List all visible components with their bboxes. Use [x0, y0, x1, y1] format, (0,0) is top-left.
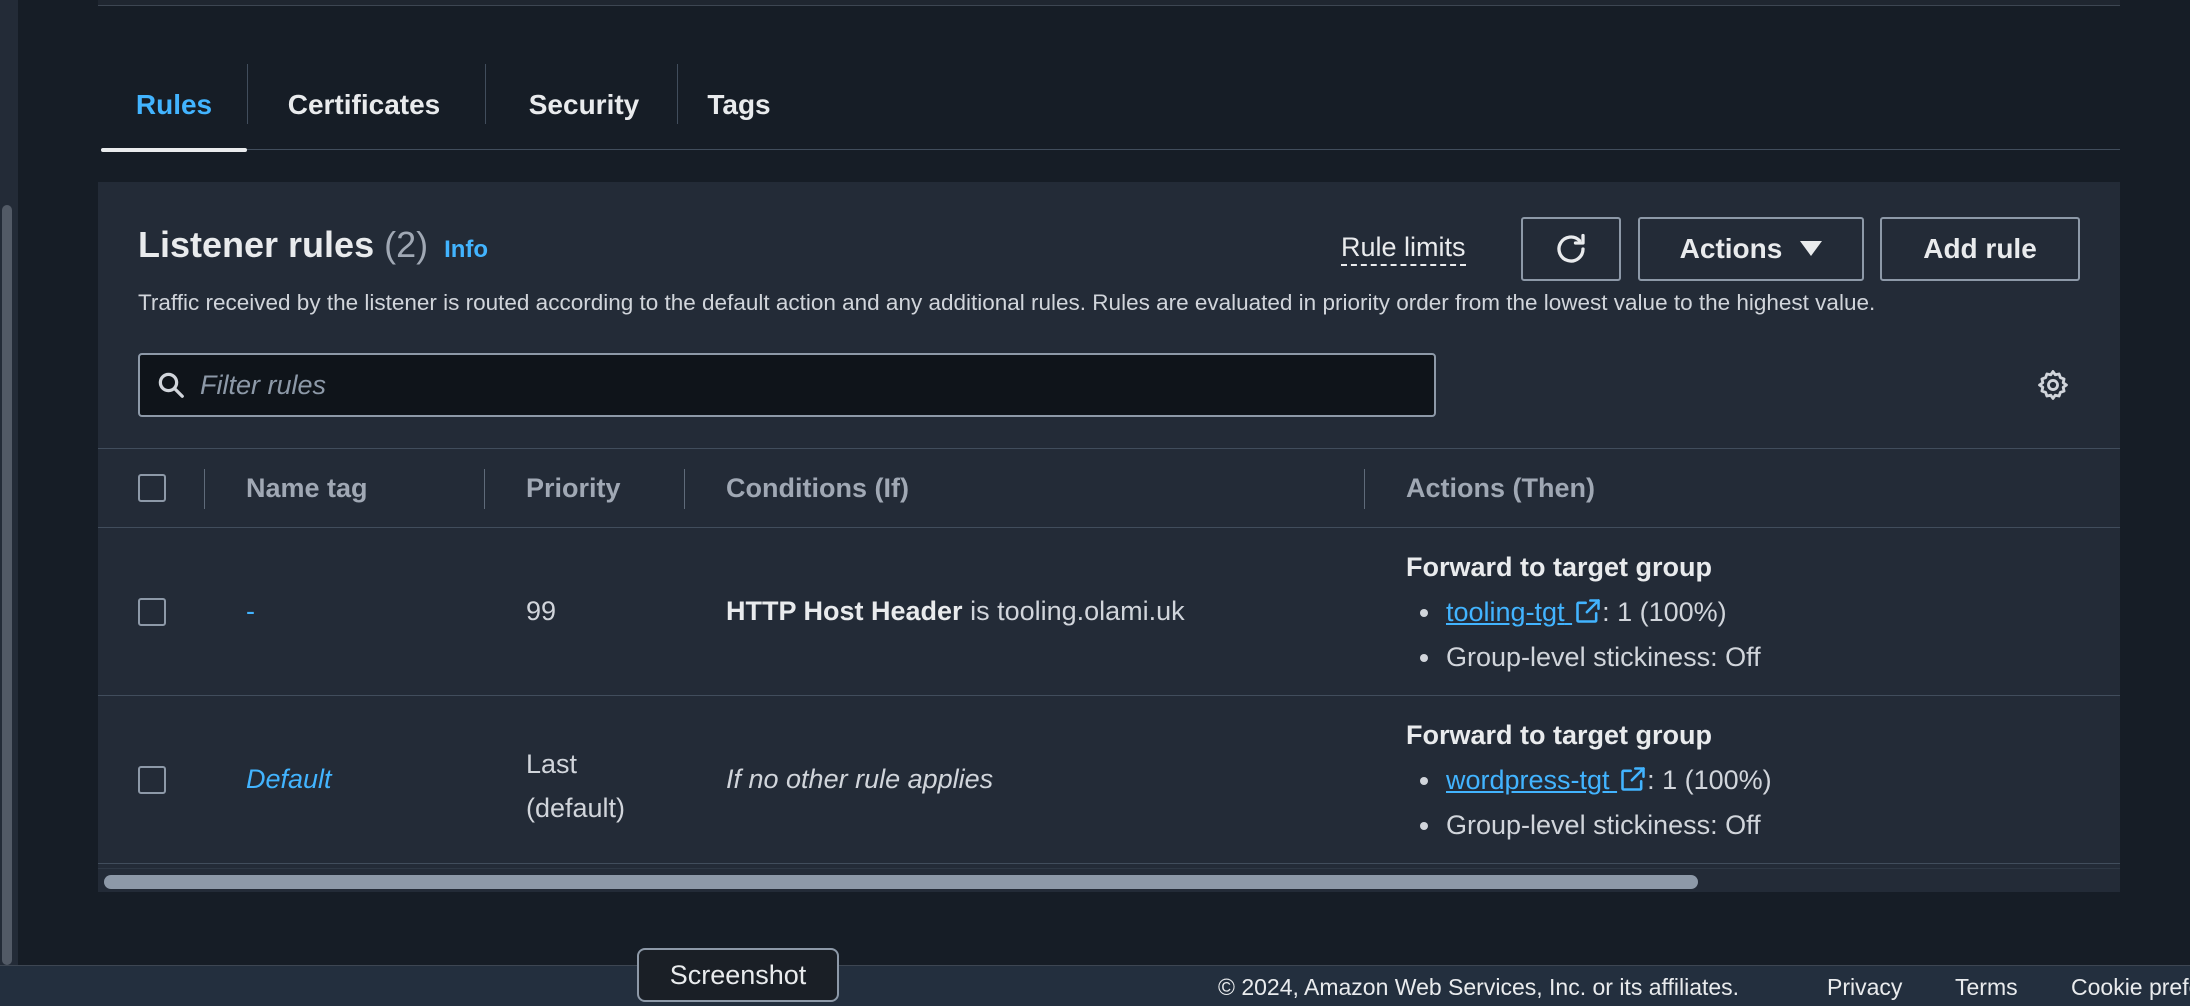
- panel-title-text: Listener rules: [138, 224, 375, 265]
- row-name-tag[interactable]: Default: [246, 764, 332, 795]
- table-row: Default Last (default) If no other rule …: [98, 696, 2120, 864]
- row-condition: If no other rule applies: [726, 764, 994, 794]
- external-link-icon: [1576, 599, 1600, 623]
- target-weight: : 1 (100%): [1602, 597, 1727, 627]
- column-divider: [484, 469, 485, 509]
- column-header-priority[interactable]: Priority: [526, 449, 621, 527]
- column-header-actions[interactable]: Actions (Then): [1406, 449, 1595, 527]
- page-footer: © 2024, Amazon Web Services, Inc. or its…: [0, 965, 2190, 1006]
- caret-down-icon: [1800, 241, 1823, 256]
- target-group-name: wordpress-tgt: [1446, 765, 1610, 795]
- info-link[interactable]: Info: [444, 236, 488, 264]
- row-condition: HTTP Host Header is tooling.olami.uk: [726, 596, 1185, 627]
- priority-line: Last: [526, 749, 578, 779]
- actions-dropdown-button[interactable]: Actions: [1638, 217, 1864, 281]
- upper-panel-edge: [98, 0, 2120, 6]
- left-rail: [0, 0, 18, 965]
- target-group-link[interactable]: tooling-tgt: [1446, 597, 1602, 627]
- column-header-conditions[interactable]: Conditions (If): [726, 449, 909, 527]
- row-priority: Last (default): [526, 742, 625, 830]
- external-link-icon: [1621, 767, 1645, 791]
- row-actions: Forward to target group wordpress-tgt : …: [1406, 720, 1772, 841]
- footer-terms-link[interactable]: Terms: [1955, 974, 2018, 1001]
- tab-bar: Rules Certificates Security Tags: [101, 60, 2120, 152]
- listener-rules-panel: Listener rules (2) Info Rule limits Acti…: [98, 182, 2120, 892]
- column-divider: [204, 469, 205, 509]
- filter-placeholder: Filter rules: [200, 369, 327, 400]
- stickiness-item: Group-level stickiness: Off: [1406, 810, 1772, 841]
- rule-count: (2): [384, 224, 429, 265]
- column-divider: [1364, 469, 1365, 509]
- left-scrollbar[interactable]: [2, 205, 12, 965]
- rule-limits-link[interactable]: Rule limits: [1341, 232, 1466, 266]
- action-title: Forward to target group: [1406, 720, 1712, 750]
- add-rule-label: Add rule: [1923, 233, 2037, 264]
- select-all-checkbox[interactable]: [138, 474, 166, 502]
- target-group-link[interactable]: wordpress-tgt: [1446, 765, 1647, 795]
- gear-icon[interactable]: [2036, 368, 2070, 402]
- condition-operator: is: [962, 596, 998, 626]
- target-group-item: wordpress-tgt : 1 (100%): [1406, 765, 1772, 796]
- priority-line: (default): [526, 793, 626, 823]
- row-priority: 99: [526, 596, 557, 626]
- footer-cookie-link[interactable]: Cookie preferences: [2071, 974, 2190, 1001]
- row-name-tag[interactable]: -: [246, 596, 255, 627]
- panel-description: Traffic received by the listener is rout…: [138, 290, 1876, 315]
- condition-value: tooling.olami.uk: [997, 596, 1185, 626]
- action-title: Forward to target group: [1406, 552, 1712, 582]
- condition-key: HTTP Host Header: [726, 596, 963, 626]
- tab-rules[interactable]: Rules: [101, 60, 247, 152]
- column-divider: [684, 469, 685, 509]
- row-checkbox[interactable]: [138, 766, 166, 794]
- refresh-button[interactable]: [1521, 217, 1621, 281]
- row-actions: Forward to target group tooling-tgt : 1 …: [1406, 552, 1761, 673]
- add-rule-button[interactable]: Add rule: [1880, 217, 2080, 281]
- filter-rules-input[interactable]: Filter rules: [138, 353, 1436, 417]
- search-icon: [158, 372, 184, 398]
- tab-security[interactable]: Security: [486, 60, 682, 150]
- table-header: Name tag Priority Conditions (If) Action…: [98, 448, 2120, 528]
- footer-copyright: © 2024, Amazon Web Services, Inc. or its…: [1218, 974, 1740, 1000]
- horizontal-scrollbar-thumb[interactable]: [104, 875, 1698, 889]
- refresh-icon: [1557, 233, 1585, 263]
- target-group-item: tooling-tgt : 1 (100%): [1406, 597, 1761, 628]
- row-checkbox[interactable]: [138, 598, 166, 626]
- panel-title: Listener rules (2) Info: [138, 224, 488, 266]
- tab-tags[interactable]: Tags: [678, 60, 800, 150]
- screenshot-tooltip: Screenshot: [637, 948, 839, 1002]
- actions-label: Actions: [1679, 233, 1783, 264]
- tab-certificates[interactable]: Certificates: [248, 60, 480, 150]
- target-weight: : 1 (100%): [1647, 765, 1772, 795]
- footer-privacy-link[interactable]: Privacy: [1827, 974, 1902, 1001]
- table-row: - 99 HTTP Host Header is tooling.olami.u…: [98, 528, 2120, 696]
- horizontal-scrollbar[interactable]: [98, 868, 2120, 892]
- target-group-name: tooling-tgt: [1446, 597, 1565, 627]
- column-header-name-tag[interactable]: Name tag: [246, 449, 368, 527]
- stickiness-item: Group-level stickiness: Off: [1406, 642, 1761, 673]
